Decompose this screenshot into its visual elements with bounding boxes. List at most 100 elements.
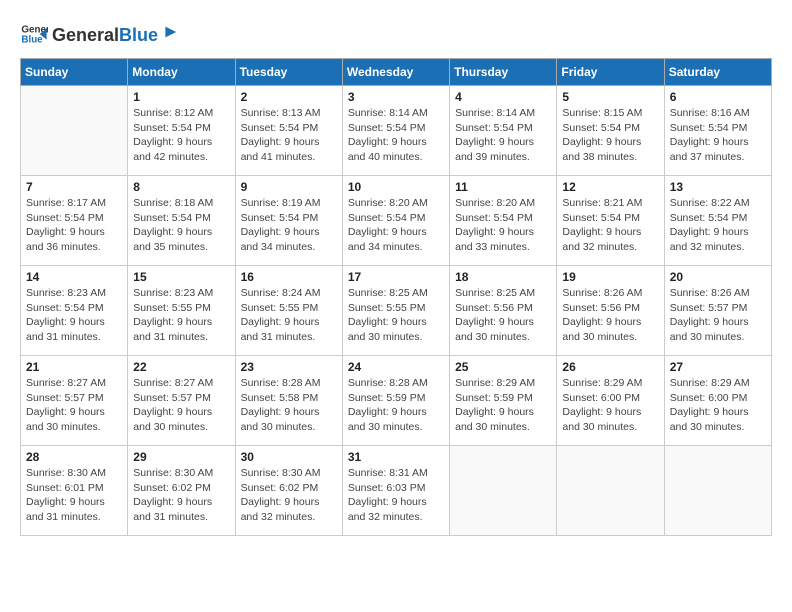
week-row-2: 7Sunrise: 8:17 AM Sunset: 5:54 PM Daylig… [21,176,772,266]
day-info: Sunrise: 8:23 AM Sunset: 5:55 PM Dayligh… [133,286,229,345]
calendar-cell: 25 Sunrise: 8:29 AM Sunset: 5:59 PM Dayli… [450,356,557,446]
day-number: 30 [241,450,337,464]
day-info: Sunrise: 8:20 AM Sunset: 5:54 PM Dayligh… [348,196,444,255]
day-number: 3 [348,90,444,104]
calendar-cell: 13 Sunrise: 8:22 AM Sunset: 5:54 PM Dayli… [664,176,771,266]
calendar-cell: 9 Sunrise: 8:19 AM Sunset: 5:54 PM Daylig… [235,176,342,266]
day-info: Sunrise: 8:27 AM Sunset: 5:57 PM Dayligh… [133,376,229,435]
calendar-cell [557,446,664,536]
calendar-cell: 24Sunrise: 8:28 AM Sunset: 5:59 PM Dayli… [342,356,449,446]
calendar-cell: 10 Sunrise: 8:20 AM Sunset: 5:54 PM Dayli… [342,176,449,266]
calendar-cell: 4 Sunrise: 8:14 AM Sunset: 5:54 PM Daylig… [450,86,557,176]
day-number: 4 [455,90,551,104]
header-wednesday: Wednesday [342,59,449,86]
day-number: 11 [455,180,551,194]
calendar-header-row: SundayMondayTuesdayWednesdayThursdayFrid… [21,59,772,86]
day-number: 16 [241,270,337,284]
calendar-cell: 6 Sunrise: 8:16 AM Sunset: 5:54 PM Daylig… [664,86,771,176]
day-info: Sunrise: 8:31 AM Sunset: 6:03 PM Dayligh… [348,466,444,525]
day-info: Sunrise: 8:25 AM Sunset: 5:55 PM Dayligh… [348,286,444,345]
week-row-3: 14 Sunrise: 8:23 AM Sunset: 5:54 PM Dayli… [21,266,772,356]
calendar-cell: 11 Sunrise: 8:20 AM Sunset: 5:54 PM Dayli… [450,176,557,266]
day-info: Sunrise: 8:22 AM Sunset: 5:54 PM Dayligh… [670,196,766,255]
header-monday: Monday [128,59,235,86]
day-info: Sunrise: 8:28 AM Sunset: 5:59 PM Dayligh… [348,376,444,435]
day-number: 25 [455,360,551,374]
day-info: Sunrise: 8:30 AM Sunset: 6:02 PM Dayligh… [133,466,229,525]
calendar-cell: 21 Sunrise: 8:27 AM Sunset: 5:57 PM Dayli… [21,356,128,446]
day-number: 27 [670,360,766,374]
day-info: Sunrise: 8:23 AM Sunset: 5:54 PM Dayligh… [26,286,122,345]
logo: General Blue General Blue [20,20,178,48]
logo-general: General [52,25,119,46]
calendar-cell: 1Sunrise: 8:12 AM Sunset: 5:54 PM Daylig… [128,86,235,176]
calendar-cell: 31Sunrise: 8:31 AM Sunset: 6:03 PM Dayli… [342,446,449,536]
calendar-table: SundayMondayTuesdayWednesdayThursdayFrid… [20,58,772,536]
calendar-cell: 5Sunrise: 8:15 AM Sunset: 5:54 PM Daylig… [557,86,664,176]
day-info: Sunrise: 8:14 AM Sunset: 5:54 PM Dayligh… [348,106,444,165]
calendar-cell [450,446,557,536]
day-info: Sunrise: 8:30 AM Sunset: 6:01 PM Dayligh… [26,466,122,525]
day-info: Sunrise: 8:21 AM Sunset: 5:54 PM Dayligh… [562,196,658,255]
week-row-5: 28 Sunrise: 8:30 AM Sunset: 6:01 PM Dayli… [21,446,772,536]
day-info: Sunrise: 8:29 AM Sunset: 6:00 PM Dayligh… [562,376,658,435]
day-info: Sunrise: 8:20 AM Sunset: 5:54 PM Dayligh… [455,196,551,255]
day-info: Sunrise: 8:18 AM Sunset: 5:54 PM Dayligh… [133,196,229,255]
day-number: 21 [26,360,122,374]
day-info: Sunrise: 8:12 AM Sunset: 5:54 PM Dayligh… [133,106,229,165]
logo-arrow-icon [160,23,178,41]
week-row-1: 1Sunrise: 8:12 AM Sunset: 5:54 PM Daylig… [21,86,772,176]
day-number: 17 [348,270,444,284]
day-number: 12 [562,180,658,194]
calendar-cell: 12 Sunrise: 8:21 AM Sunset: 5:54 PM Dayli… [557,176,664,266]
day-number: 29 [133,450,229,464]
calendar-cell: 2 Sunrise: 8:13 AM Sunset: 5:54 PM Daylig… [235,86,342,176]
calendar-cell [21,86,128,176]
day-number: 15 [133,270,229,284]
day-info: Sunrise: 8:15 AM Sunset: 5:54 PM Dayligh… [562,106,658,165]
day-number: 26 [562,360,658,374]
calendar-cell: 7Sunrise: 8:17 AM Sunset: 5:54 PM Daylig… [21,176,128,266]
calendar-cell: 29 Sunrise: 8:30 AM Sunset: 6:02 PM Dayli… [128,446,235,536]
logo-icon: General Blue [20,20,48,48]
day-info: Sunrise: 8:27 AM Sunset: 5:57 PM Dayligh… [26,376,122,435]
day-number: 22 [133,360,229,374]
day-number: 19 [562,270,658,284]
day-number: 20 [670,270,766,284]
day-number: 10 [348,180,444,194]
day-info: Sunrise: 8:30 AM Sunset: 6:02 PM Dayligh… [241,466,337,525]
week-row-4: 21 Sunrise: 8:27 AM Sunset: 5:57 PM Dayli… [21,356,772,446]
day-number: 13 [670,180,766,194]
day-info: Sunrise: 8:16 AM Sunset: 5:54 PM Dayligh… [670,106,766,165]
calendar-cell: 30 Sunrise: 8:30 AM Sunset: 6:02 PM Dayli… [235,446,342,536]
calendar-cell: 8 Sunrise: 8:18 AM Sunset: 5:54 PM Daylig… [128,176,235,266]
calendar-cell: 20Sunrise: 8:26 AM Sunset: 5:57 PM Dayli… [664,266,771,356]
day-info: Sunrise: 8:29 AM Sunset: 5:59 PM Dayligh… [455,376,551,435]
calendar-cell: 18Sunrise: 8:25 AM Sunset: 5:56 PM Dayli… [450,266,557,356]
day-info: Sunrise: 8:13 AM Sunset: 5:54 PM Dayligh… [241,106,337,165]
calendar-cell: 15 Sunrise: 8:23 AM Sunset: 5:55 PM Dayli… [128,266,235,356]
calendar-cell: 23Sunrise: 8:28 AM Sunset: 5:58 PM Dayli… [235,356,342,446]
day-info: Sunrise: 8:19 AM Sunset: 5:54 PM Dayligh… [241,196,337,255]
calendar-cell: 27Sunrise: 8:29 AM Sunset: 6:00 PM Dayli… [664,356,771,446]
svg-text:Blue: Blue [21,34,43,45]
header-friday: Friday [557,59,664,86]
calendar-cell: 22 Sunrise: 8:27 AM Sunset: 5:57 PM Dayli… [128,356,235,446]
day-info: Sunrise: 8:26 AM Sunset: 5:56 PM Dayligh… [562,286,658,345]
day-number: 6 [670,90,766,104]
day-number: 14 [26,270,122,284]
calendar-cell: 28 Sunrise: 8:30 AM Sunset: 6:01 PM Dayli… [21,446,128,536]
day-number: 28 [26,450,122,464]
header-thursday: Thursday [450,59,557,86]
day-number: 8 [133,180,229,194]
calendar-cell: 19 Sunrise: 8:26 AM Sunset: 5:56 PM Dayli… [557,266,664,356]
day-info: Sunrise: 8:25 AM Sunset: 5:56 PM Dayligh… [455,286,551,345]
day-number: 9 [241,180,337,194]
calendar-cell: 14 Sunrise: 8:23 AM Sunset: 5:54 PM Dayli… [21,266,128,356]
calendar-cell: 16Sunrise: 8:24 AM Sunset: 5:55 PM Dayli… [235,266,342,356]
day-number: 2 [241,90,337,104]
header-sunday: Sunday [21,59,128,86]
header-saturday: Saturday [664,59,771,86]
day-info: Sunrise: 8:14 AM Sunset: 5:54 PM Dayligh… [455,106,551,165]
header: General Blue General Blue [20,20,772,48]
